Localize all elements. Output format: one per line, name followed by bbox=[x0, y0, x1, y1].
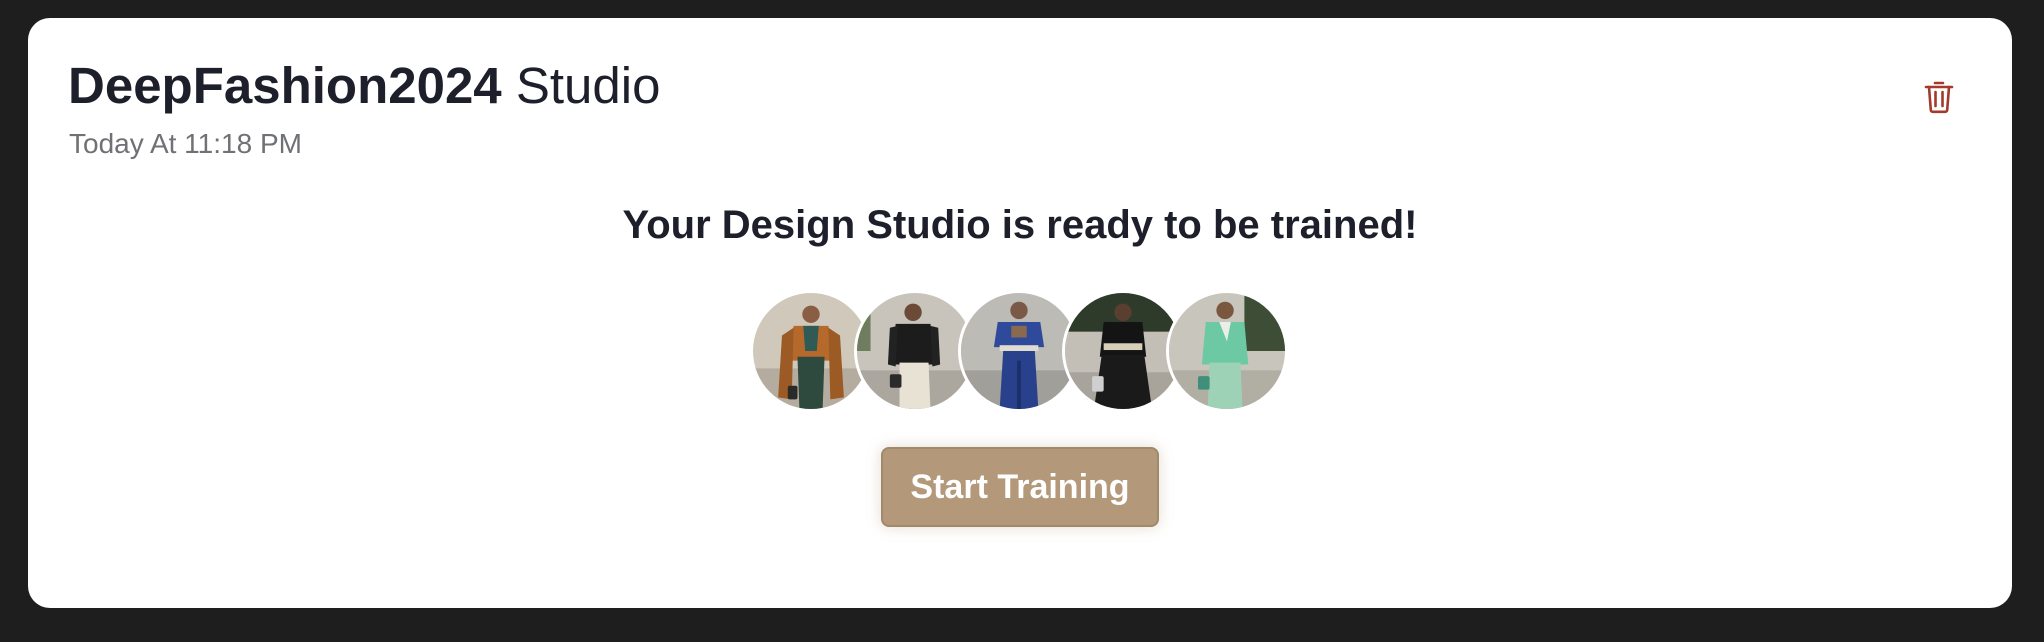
preview-image bbox=[1166, 290, 1288, 412]
studio-title: DeepFashion2024 Studio bbox=[68, 56, 660, 115]
studio-name: DeepFashion2024 bbox=[68, 57, 502, 114]
start-training-button[interactable]: Start Training bbox=[881, 447, 1159, 527]
studio-timestamp: Today At 11:18 PM bbox=[69, 128, 302, 159]
studio-card: DeepFashion2024 Studio Today At 11:18 PM… bbox=[28, 18, 2012, 608]
studio-name-suffix: Studio bbox=[515, 57, 661, 114]
ready-headline: Your Design Studio is ready to be traine… bbox=[622, 203, 1418, 247]
trash-icon bbox=[1924, 81, 1954, 114]
delete-button[interactable] bbox=[1911, 69, 1967, 125]
